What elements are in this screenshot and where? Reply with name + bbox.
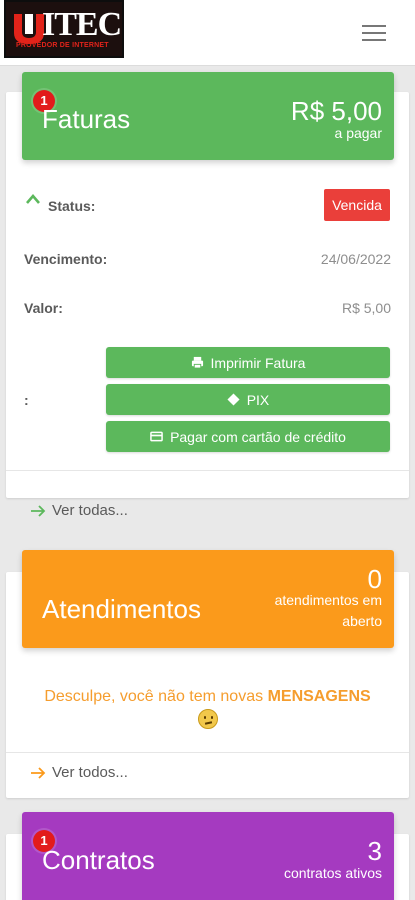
atendimentos-title: Atendimentos [42, 594, 201, 624]
vencimento-label: Vencimento: [24, 251, 108, 267]
pay-credit-card-button[interactable]: Pagar com cartão de crédito [106, 421, 390, 452]
printer-icon [191, 356, 203, 369]
print-invoice-button[interactable]: Imprimir Fatura [106, 347, 390, 378]
credit-card-icon [150, 431, 163, 442]
pix-icon [227, 393, 240, 406]
menu-bar-icon [362, 32, 386, 34]
menu-bar-icon [362, 25, 386, 27]
actions-label: : [24, 392, 29, 408]
faturas-see-all-link[interactable]: Ver todas... [30, 502, 128, 519]
vencimento-value: 24/06/2022 [320, 251, 391, 267]
faturas-amount: R$ 5,00 [290, 96, 382, 126]
status-badge: Vencida [324, 189, 390, 221]
pay-credit-card-label: Pagar com cartão de crédito [170, 428, 346, 445]
contratos-count: 3 [367, 836, 382, 866]
menu-bar-icon [362, 39, 386, 41]
no-messages-bold: MENSAGENS [267, 688, 371, 705]
valor-label: Valor: [24, 300, 63, 316]
confused-face-icon [197, 708, 218, 729]
faturas-card: 1 Faturas R$ 5,00 a pagar Status: Vencid… [6, 72, 409, 498]
contratos-header[interactable]: 1 Contratos 3 contratos ativos [22, 812, 394, 900]
faturas-divider [6, 470, 409, 471]
logo-mark-icon [14, 14, 44, 44]
atendimentos-count-subtitle-2: aberto [342, 613, 382, 629]
atendimentos-card: Atendimentos 0 atendimentos em aberto De… [6, 550, 409, 798]
pix-button[interactable]: PIX [106, 384, 390, 415]
atendimentos-divider [6, 752, 409, 753]
brand-name: ITEC [42, 6, 122, 43]
atendimentos-count-subtitle-1: atendimentos em [274, 592, 382, 608]
arrow-right-icon [31, 504, 46, 517]
hamburger-menu-button[interactable] [360, 22, 388, 44]
no-messages-prefix: Desculpe, você não tem novas [44, 688, 264, 705]
atendimentos-see-all-label: Ver todos... [52, 764, 128, 781]
arrow-right-icon [31, 766, 46, 779]
atendimentos-header[interactable]: Atendimentos 0 atendimentos em aberto [22, 550, 394, 648]
faturas-title: Faturas [42, 104, 131, 134]
no-messages-text: Desculpe, você não tem novas MENSAGENS [6, 686, 409, 730]
chevron-up-icon[interactable] [26, 194, 40, 204]
pix-label: PIX [246, 391, 270, 408]
atendimentos-see-all-link[interactable]: Ver todos... [30, 764, 128, 781]
contratos-title: Contratos [42, 845, 155, 875]
contratos-count-subtitle: contratos ativos [283, 865, 382, 881]
brand-tagline: PROVEDOR DE INTERNET [16, 42, 109, 49]
faturas-header[interactable]: 1 Faturas R$ 5,00 a pagar [22, 72, 394, 160]
valor-value: R$ 5,00 [341, 300, 391, 316]
top-bar: ITEC PROVEDOR DE INTERNET [0, 0, 415, 66]
atendimentos-count: 0 [367, 564, 382, 594]
contratos-card: 1 Contratos 3 contratos ativos [6, 812, 409, 900]
status-label: Status: [48, 198, 96, 214]
faturas-amount-subtitle: a pagar [334, 125, 382, 141]
faturas-see-all-label: Ver todas... [52, 502, 128, 519]
itec-logo[interactable]: ITEC PROVEDOR DE INTERNET [4, 0, 124, 58]
print-invoice-label: Imprimir Fatura [210, 354, 306, 371]
